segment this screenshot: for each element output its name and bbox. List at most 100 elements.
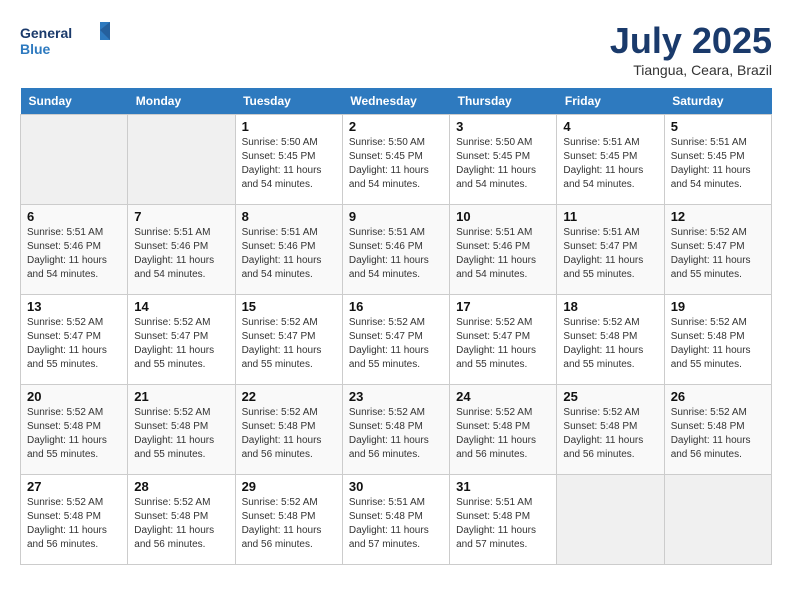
calendar-cell: 22 Sunrise: 5:52 AM Sunset: 5:48 PM Dayli… [235, 385, 342, 475]
day-info: Sunrise: 5:52 AM Sunset: 5:47 PM Dayligh… [456, 316, 550, 372]
day-info: Sunrise: 5:51 AM Sunset: 5:48 PM Dayligh… [349, 496, 443, 552]
day-number: 16 [349, 299, 443, 314]
day-info: Sunrise: 5:51 AM Sunset: 5:45 PM Dayligh… [671, 136, 765, 192]
calendar-cell: 21 Sunrise: 5:52 AM Sunset: 5:48 PM Dayli… [128, 385, 235, 475]
day-number: 25 [563, 389, 657, 404]
location-subtitle: Tiangua, Ceara, Brazil [610, 62, 772, 78]
day-info: Sunrise: 5:51 AM Sunset: 5:46 PM Dayligh… [242, 226, 336, 282]
day-number: 19 [671, 299, 765, 314]
day-number: 21 [134, 389, 228, 404]
day-number: 7 [134, 209, 228, 224]
calendar-cell: 25 Sunrise: 5:52 AM Sunset: 5:48 PM Dayli… [557, 385, 664, 475]
calendar-cell: 6 Sunrise: 5:51 AM Sunset: 5:46 PM Daylig… [21, 205, 128, 295]
day-number: 8 [242, 209, 336, 224]
day-info: Sunrise: 5:52 AM Sunset: 5:47 PM Dayligh… [242, 316, 336, 372]
calendar-cell: 14 Sunrise: 5:52 AM Sunset: 5:47 PM Dayli… [128, 295, 235, 385]
day-number: 24 [456, 389, 550, 404]
calendar-table: SundayMondayTuesdayWednesdayThursdayFrid… [20, 88, 772, 565]
calendar-cell: 24 Sunrise: 5:52 AM Sunset: 5:48 PM Dayli… [450, 385, 557, 475]
day-info: Sunrise: 5:52 AM Sunset: 5:48 PM Dayligh… [349, 406, 443, 462]
day-number: 17 [456, 299, 550, 314]
day-number: 15 [242, 299, 336, 314]
calendar-cell [557, 475, 664, 565]
day-info: Sunrise: 5:52 AM Sunset: 5:47 PM Dayligh… [134, 316, 228, 372]
day-info: Sunrise: 5:51 AM Sunset: 5:47 PM Dayligh… [563, 226, 657, 282]
calendar-cell [664, 475, 771, 565]
day-number: 5 [671, 119, 765, 134]
calendar-cell: 26Sunrise: 5:52 AM Sunset: 5:48 PM Dayli… [664, 385, 771, 475]
calendar-cell: 29 Sunrise: 5:52 AM Sunset: 5:48 PM Dayli… [235, 475, 342, 565]
calendar-cell: 12Sunrise: 5:52 AM Sunset: 5:47 PM Dayli… [664, 205, 771, 295]
day-number: 28 [134, 479, 228, 494]
day-info: Sunrise: 5:52 AM Sunset: 5:47 PM Dayligh… [349, 316, 443, 372]
weekday-header-monday: Monday [128, 88, 235, 115]
weekday-header-saturday: Saturday [664, 88, 771, 115]
page-header: General Blue July 2025 Tiangua, Ceara, B… [20, 20, 772, 78]
day-number: 6 [27, 209, 121, 224]
day-info: Sunrise: 5:52 AM Sunset: 5:48 PM Dayligh… [242, 406, 336, 462]
day-info: Sunrise: 5:52 AM Sunset: 5:48 PM Dayligh… [456, 406, 550, 462]
day-number: 26 [671, 389, 765, 404]
day-number: 11 [563, 209, 657, 224]
day-info: Sunrise: 5:51 AM Sunset: 5:46 PM Dayligh… [349, 226, 443, 282]
calendar-cell: 9Sunrise: 5:51 AM Sunset: 5:46 PM Daylig… [342, 205, 449, 295]
weekday-header-tuesday: Tuesday [235, 88, 342, 115]
day-number: 30 [349, 479, 443, 494]
calendar-cell: 5 Sunrise: 5:51 AM Sunset: 5:45 PM Daylig… [664, 115, 771, 205]
weekday-header-wednesday: Wednesday [342, 88, 449, 115]
day-info: Sunrise: 5:52 AM Sunset: 5:48 PM Dayligh… [242, 496, 336, 552]
title-block: July 2025 Tiangua, Ceara, Brazil [610, 20, 772, 78]
day-number: 2 [349, 119, 443, 134]
day-info: Sunrise: 5:51 AM Sunset: 5:46 PM Dayligh… [134, 226, 228, 282]
day-number: 22 [242, 389, 336, 404]
day-number: 13 [27, 299, 121, 314]
calendar-cell: 28 Sunrise: 5:52 AM Sunset: 5:48 PM Dayli… [128, 475, 235, 565]
calendar-cell: 20 Sunrise: 5:52 AM Sunset: 5:48 PM Dayli… [21, 385, 128, 475]
calendar-cell: 19Sunrise: 5:52 AM Sunset: 5:48 PM Dayli… [664, 295, 771, 385]
calendar-cell: 23 Sunrise: 5:52 AM Sunset: 5:48 PM Dayli… [342, 385, 449, 475]
svg-text:General: General [20, 25, 72, 41]
day-info: Sunrise: 5:52 AM Sunset: 5:48 PM Dayligh… [563, 406, 657, 462]
day-number: 4 [563, 119, 657, 134]
calendar-cell: 17 Sunrise: 5:52 AM Sunset: 5:47 PM Dayli… [450, 295, 557, 385]
day-number: 3 [456, 119, 550, 134]
calendar-cell: 4 Sunrise: 5:51 AM Sunset: 5:45 PM Daylig… [557, 115, 664, 205]
calendar-cell: 16 Sunrise: 5:52 AM Sunset: 5:47 PM Dayli… [342, 295, 449, 385]
svg-text:Blue: Blue [20, 41, 51, 57]
day-info: Sunrise: 5:51 AM Sunset: 5:45 PM Dayligh… [563, 136, 657, 192]
calendar-cell: 15 Sunrise: 5:52 AM Sunset: 5:47 PM Dayli… [235, 295, 342, 385]
calendar-cell: 18 Sunrise: 5:52 AM Sunset: 5:48 PM Dayli… [557, 295, 664, 385]
calendar-cell: 27 Sunrise: 5:52 AM Sunset: 5:48 PM Dayli… [21, 475, 128, 565]
day-number: 23 [349, 389, 443, 404]
calendar-cell: 1 Sunrise: 5:50 AM Sunset: 5:45 PM Daylig… [235, 115, 342, 205]
day-number: 27 [27, 479, 121, 494]
day-info: Sunrise: 5:51 AM Sunset: 5:46 PM Dayligh… [27, 226, 121, 282]
day-info: Sunrise: 5:52 AM Sunset: 5:48 PM Dayligh… [27, 406, 121, 462]
day-info: Sunrise: 5:51 AM Sunset: 5:46 PM Dayligh… [456, 226, 550, 282]
day-number: 31 [456, 479, 550, 494]
calendar-cell: 10 Sunrise: 5:51 AM Sunset: 5:46 PM Dayli… [450, 205, 557, 295]
calendar-cell [21, 115, 128, 205]
calendar-cell [128, 115, 235, 205]
day-number: 12 [671, 209, 765, 224]
day-number: 14 [134, 299, 228, 314]
day-info: Sunrise: 5:52 AM Sunset: 5:48 PM Dayligh… [134, 406, 228, 462]
weekday-header-thursday: Thursday [450, 88, 557, 115]
day-number: 29 [242, 479, 336, 494]
month-year-title: July 2025 [610, 20, 772, 62]
calendar-cell: 30 Sunrise: 5:51 AM Sunset: 5:48 PM Dayli… [342, 475, 449, 565]
day-number: 10 [456, 209, 550, 224]
weekday-header-sunday: Sunday [21, 88, 128, 115]
day-info: Sunrise: 5:50 AM Sunset: 5:45 PM Dayligh… [349, 136, 443, 192]
day-number: 20 [27, 389, 121, 404]
day-info: Sunrise: 5:52 AM Sunset: 5:47 PM Dayligh… [27, 316, 121, 372]
day-info: Sunrise: 5:50 AM Sunset: 5:45 PM Dayligh… [242, 136, 336, 192]
day-info: Sunrise: 5:50 AM Sunset: 5:45 PM Dayligh… [456, 136, 550, 192]
day-number: 1 [242, 119, 336, 134]
day-info: Sunrise: 5:52 AM Sunset: 5:48 PM Dayligh… [27, 496, 121, 552]
logo: General Blue [20, 20, 110, 62]
day-info: Sunrise: 5:52 AM Sunset: 5:48 PM Dayligh… [563, 316, 657, 372]
day-info: Sunrise: 5:52 AM Sunset: 5:48 PM Dayligh… [134, 496, 228, 552]
weekday-header-friday: Friday [557, 88, 664, 115]
day-number: 18 [563, 299, 657, 314]
